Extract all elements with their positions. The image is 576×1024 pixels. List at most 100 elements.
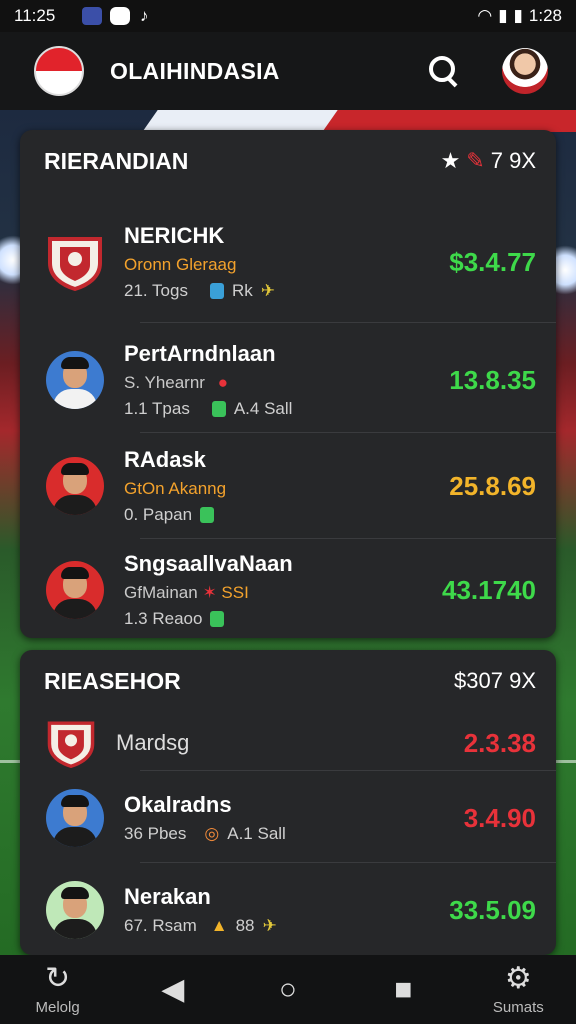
card-meta[interactable]: $307 9X	[454, 668, 536, 694]
card-header: RIEASEHOR $307 9X	[20, 650, 556, 712]
meta-extra: A.4 Sall	[233, 399, 293, 418]
player-name: NERICHK	[124, 223, 225, 248]
shield-icon	[211, 401, 226, 417]
recents-button[interactable]: ■	[358, 972, 448, 1006]
player-name: Mardsg	[116, 730, 190, 755]
status-right-time: 1:28	[528, 6, 562, 25]
signal-icon: ▮	[498, 6, 508, 25]
row-divider	[140, 432, 556, 433]
player-meta: 1.1 Tpas A.4 Sall	[124, 399, 292, 419]
club-crest-icon	[48, 237, 102, 291]
player-name: RAdask	[124, 447, 206, 472]
battery-icon: ▮	[513, 6, 523, 25]
player-meta: 67. Rsam ▲ 88 ✈	[124, 916, 277, 936]
player-avatar	[46, 351, 104, 409]
tiktok-icon: ♪	[140, 6, 149, 25]
list-item[interactable]: SngsaallvaNaan GfMainan ✶ SSI 1.3 Reaoo …	[20, 542, 556, 638]
back-icon: ◀	[161, 972, 185, 1006]
subtitle-text: S. Yhearnr	[124, 373, 205, 392]
player-value: 25.8.69	[449, 470, 536, 501]
player-avatar	[46, 789, 104, 847]
app-notification-icon	[82, 7, 102, 25]
flag-stripe-red	[322, 110, 576, 132]
meta-extra: 88	[235, 916, 255, 935]
record-icon: ●	[217, 373, 228, 392]
player-avatar	[46, 881, 104, 939]
card-meta[interactable]: ★ ✎ 7 9X	[441, 148, 536, 174]
meta-text: 1.3 Reaoo	[124, 609, 203, 628]
row-divider	[140, 862, 556, 863]
player-value: 43.1740	[442, 574, 536, 605]
list-item[interactable]: Nerakan 67. Rsam ▲ 88 ✈ 33.5.09	[20, 870, 556, 950]
refresh-icon: ↻	[45, 962, 71, 995]
home-button[interactable]: ○	[243, 972, 333, 1006]
shield-icon	[209, 283, 224, 299]
card-header: RIERANDIAN ★ ✎ 7 9X	[20, 130, 556, 192]
home-icon: ○	[278, 972, 298, 1006]
player-value: 33.5.09	[449, 894, 536, 925]
subtitle-text: GfMainan	[124, 583, 198, 602]
meta-text: 67. Rsam	[124, 916, 197, 935]
player-value: 2.3.38	[463, 727, 536, 758]
status-bar: 11:25 ♪ ◠ ▮ ▮ 1:28	[0, 0, 576, 32]
player-meta: 21. Togs Rk ✈	[124, 281, 275, 301]
card-meta-text: 7 9X	[490, 148, 536, 173]
ranking-card: RIERANDIAN ★ ✎ 7 9X NERICHK Oronn Gleraa…	[20, 130, 556, 638]
flame-icon: ✶	[202, 583, 217, 602]
club-crest-icon	[47, 721, 95, 768]
card-meta-text: $307 9X	[454, 668, 536, 693]
star-icon: ★	[440, 148, 461, 173]
meta-extra: A.1 Sall	[227, 824, 286, 843]
player-avatar	[46, 561, 104, 619]
player-name: SngsaallvaNaan	[124, 551, 293, 576]
status-time: 11:25	[14, 6, 56, 25]
list-item[interactable]: Mardsg 2.3.38	[20, 716, 556, 770]
list-item[interactable]: PertArndnlaan S. Yhearnr ● 1.1 Tpas A.4 …	[20, 330, 556, 430]
player-meta: 36 Pbes ◎ A.1 Sall	[124, 824, 286, 844]
player-subtitle: Oronn Gleraag	[124, 255, 237, 274]
player-avatar	[46, 457, 104, 515]
meta-extra: Rk	[231, 281, 253, 300]
meta-text: 21. Togs	[124, 281, 188, 300]
shield-icon	[210, 611, 225, 627]
player-name: Nerakan	[124, 884, 211, 909]
app-title: OLAIHINDASIA	[110, 57, 280, 84]
bottom-nav: ↻ Melolg ◀ ○ ■ ⚙ Sumats	[0, 955, 576, 1024]
gear-icon: ⚙	[504, 962, 532, 995]
list-item[interactable]: RAdask GtOn Akanng 0. Papan 25.8.69	[20, 436, 556, 536]
row-divider	[140, 322, 556, 323]
profile-avatar[interactable]	[502, 48, 548, 94]
nav-item-settings[interactable]: ⚙ Sumats	[473, 962, 563, 1017]
nav-label: Sumats	[492, 999, 544, 1016]
ranking-card-secondary: RIEASEHOR $307 9X Mardsg 2.3.38 Okalradn…	[20, 650, 556, 955]
list-item[interactable]: Okalradns 36 Pbes ◎ A.1 Sall 3.4.90	[20, 778, 556, 858]
plane-icon: ✈	[260, 281, 275, 300]
meta-text: 0. Papan	[124, 505, 193, 524]
chat-notification-icon	[110, 7, 130, 25]
nav-item-left[interactable]: ↻ Melolg	[13, 962, 103, 1017]
app-bar: OLAIHINDASIA	[0, 32, 576, 110]
recents-icon: ■	[394, 972, 413, 1006]
player-value: $3.4.77	[449, 246, 536, 277]
row-divider	[140, 538, 556, 539]
back-button[interactable]: ◀	[128, 972, 218, 1006]
player-name: Okalradns	[124, 792, 232, 817]
player-meta: 1.3 Reaoo	[124, 609, 293, 629]
subtitle-extra: SSI	[221, 583, 249, 602]
player-subtitle: S. Yhearnr ●	[124, 373, 292, 393]
plane-icon: ✈	[262, 916, 277, 935]
search-icon[interactable]	[424, 51, 464, 91]
pin-icon: ✎	[466, 148, 485, 173]
wifi-icon: ◠	[477, 6, 493, 25]
meta-text: 36 Pbes	[124, 824, 187, 843]
list-item[interactable]: NERICHK Oronn Gleraag 21. Togs Rk ✈ $3.4…	[20, 212, 556, 312]
card-title: RIEASEHOR	[44, 667, 181, 694]
player-subtitle: GtOn Akanng	[124, 479, 227, 498]
player-subtitle: GfMainan ✶ SSI	[124, 583, 293, 603]
indonesia-flag-icon[interactable]	[34, 46, 84, 96]
target-icon: ◎	[204, 824, 220, 843]
nav-label: Melolg	[35, 999, 80, 1016]
card-title: RIERANDIAN	[44, 147, 189, 174]
player-meta: 0. Papan	[124, 505, 226, 525]
meta-text: 1.1 Tpas	[124, 399, 190, 418]
